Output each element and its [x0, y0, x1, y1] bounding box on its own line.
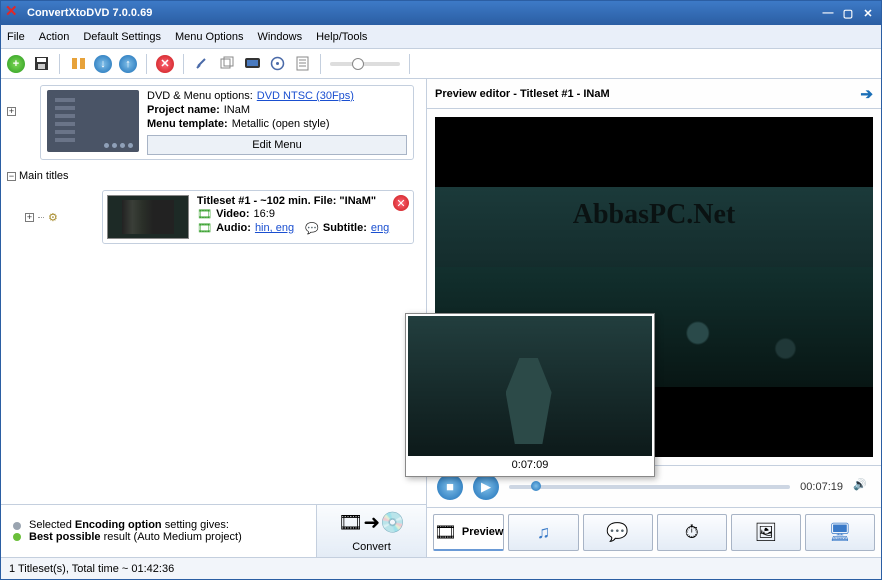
- project-name-value: INaM: [224, 104, 250, 116]
- encoding-status: Selected Encoding option setting gives: …: [1, 505, 316, 557]
- add-button[interactable]: +: [7, 55, 25, 73]
- menu-help-tools[interactable]: Help/Tools: [316, 31, 367, 43]
- disc-icon[interactable]: [268, 55, 286, 73]
- log-icon[interactable]: [293, 55, 311, 73]
- menu-action[interactable]: Action: [39, 31, 70, 43]
- playback-time: 00:07:19: [800, 481, 843, 493]
- tree-toggle-main[interactable]: −: [7, 172, 16, 181]
- maximize-button[interactable]: ▢: [839, 6, 857, 20]
- quality-slider[interactable]: [330, 62, 400, 66]
- video-value: 16:9: [254, 208, 275, 220]
- toolbar: + ↓ ↑ ✕: [1, 49, 881, 79]
- tab-audio[interactable]: ♫: [508, 514, 578, 551]
- tab-image[interactable]: 🖼: [731, 514, 801, 551]
- audio-icon: 🎞: [197, 221, 212, 235]
- subtitle-label: Subtitle:: [323, 222, 367, 234]
- template-value: Metallic (open style): [232, 118, 330, 130]
- tree-toggle-root[interactable]: +: [7, 107, 16, 116]
- left-panel: + DVD & Menu options: DVD NTSC (30Fps) Pr…: [1, 79, 427, 557]
- audio-label: Audio:: [216, 222, 251, 234]
- tab-preview-label: Preview: [462, 526, 504, 538]
- enc-text-2b: result (Auto Medium project): [101, 531, 242, 543]
- right-panel: Preview editor - Titleset #1 - INaM ➔ Ab…: [427, 79, 881, 557]
- statusbar: 1 Titleset(s), Total time ~ 01:42:36: [1, 557, 881, 579]
- merge-icon[interactable]: [69, 55, 87, 73]
- main-titles-label: Main titles: [19, 170, 69, 182]
- app-icon: ✕: [5, 5, 21, 21]
- enc-text-1c: setting gives:: [162, 519, 229, 531]
- batch-icon[interactable]: [218, 55, 236, 73]
- play-button[interactable]: ▶: [473, 474, 499, 500]
- subtitle-tab-icon: 💬: [606, 522, 628, 543]
- menu-file[interactable]: File: [7, 31, 25, 43]
- status-text: 1 Titleset(s), Total time ~ 01:42:36: [9, 563, 174, 575]
- video-icon: 🎞: [197, 207, 212, 221]
- video-label: Video:: [216, 208, 249, 220]
- edit-menu-button[interactable]: Edit Menu: [147, 135, 407, 155]
- preview-next-icon[interactable]: ➔: [860, 85, 873, 103]
- subtitle-icon: 💬: [305, 222, 319, 235]
- remove-titleset-button[interactable]: ✕: [393, 195, 409, 211]
- seek-bar[interactable]: [509, 485, 790, 489]
- volume-icon[interactable]: 🔊: [853, 478, 871, 496]
- enc-text-2a: Best possible: [29, 531, 101, 543]
- subtitle-link[interactable]: eng: [371, 222, 389, 234]
- enc-text-1a: Selected: [29, 519, 75, 531]
- enc-text-1b: Encoding option: [75, 519, 162, 531]
- chapter-tab-icon: ⏱: [685, 522, 699, 543]
- tab-preview[interactable]: 🎞 Preview: [433, 514, 504, 551]
- remove-icon[interactable]: ✕: [156, 55, 174, 73]
- scrub-thumbnail: [408, 316, 652, 456]
- output-tab-icon: 🖥: [829, 522, 852, 543]
- close-button[interactable]: ✕: [859, 6, 877, 20]
- preview-title: Preview editor - Titleset #1 - INaM: [435, 88, 610, 100]
- audio-link[interactable]: hin, eng: [255, 222, 294, 234]
- titleset-heading: Titleset #1 - ~102 min. File: "INaM": [197, 195, 376, 207]
- tab-output[interactable]: 🖥: [805, 514, 875, 551]
- settings-icon[interactable]: [193, 55, 211, 73]
- stop-button[interactable]: ■: [437, 474, 463, 500]
- tv-icon[interactable]: [243, 55, 261, 73]
- window-title: ConvertXtoDVD 7.0.0.69: [27, 7, 817, 19]
- menu-windows[interactable]: Windows: [257, 31, 302, 43]
- preview-header: Preview editor - Titleset #1 - INaM ➔: [427, 79, 881, 109]
- convert-icon: 🎞➜💿: [338, 510, 405, 535]
- titlebar: ✕ ConvertXtoDVD 7.0.0.69 — ▢ ✕: [1, 1, 881, 25]
- scrub-time: 0:07:09: [408, 456, 652, 474]
- menu-menu-options[interactable]: Menu Options: [175, 31, 243, 43]
- audio-tab-icon: ♫: [537, 522, 551, 543]
- project-name-label: Project name:: [147, 104, 220, 116]
- convert-button[interactable]: 🎞➜💿 Convert: [316, 505, 426, 557]
- template-label: Menu template:: [147, 118, 228, 130]
- tree-toggle-titleset[interactable]: +: [25, 213, 34, 222]
- gear-icon[interactable]: ⚙: [48, 211, 58, 224]
- down-icon[interactable]: ↓: [94, 55, 112, 73]
- convert-label: Convert: [352, 541, 391, 553]
- menu-thumbnail[interactable]: [47, 90, 139, 152]
- options-label: DVD & Menu options:: [147, 90, 253, 102]
- project-box: DVD & Menu options: DVD NTSC (30Fps) Proj…: [40, 85, 414, 160]
- menubar: File Action Default Settings Menu Option…: [1, 25, 881, 49]
- titleset-thumbnail[interactable]: [107, 195, 189, 239]
- watermark-text: AbbasPC.Net: [435, 199, 873, 231]
- main-titles-row: − Main titles: [1, 166, 426, 186]
- minimize-button[interactable]: —: [819, 6, 837, 20]
- up-icon[interactable]: ↑: [119, 55, 137, 73]
- options-link[interactable]: DVD NTSC (30Fps): [257, 90, 354, 102]
- titleset-box[interactable]: ✕ Titleset #1 - ~102 min. File: "INaM" 🎞…: [102, 190, 414, 244]
- preview-tabs: 🎞 Preview ♫ 💬 ⏱ 🖼 🖥: [427, 507, 881, 557]
- tab-subtitles[interactable]: 💬: [583, 514, 653, 551]
- image-tab-icon: 🖼: [754, 522, 777, 543]
- scrub-tooltip: 0:07:09: [405, 313, 655, 477]
- tab-chapters[interactable]: ⏱: [657, 514, 727, 551]
- preview-viewport[interactable]: AbbasPC.Net 0:07:09: [435, 117, 873, 457]
- menu-default-settings[interactable]: Default Settings: [83, 31, 161, 43]
- preview-tab-icon: 🎞: [434, 522, 457, 543]
- save-icon[interactable]: [32, 55, 50, 73]
